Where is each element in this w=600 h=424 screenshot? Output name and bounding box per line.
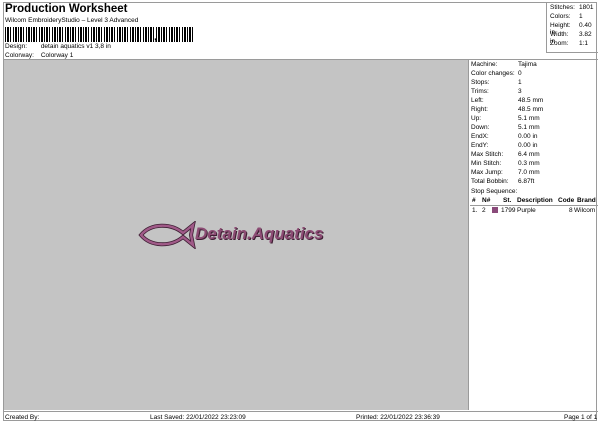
stat-label: Zoom:: [550, 40, 569, 47]
info-row: Trims: 3: [471, 88, 597, 95]
page-number: Page 1 of 1: [564, 414, 598, 421]
stat-label: Height:: [550, 22, 571, 29]
info-row: Max Jump: 7.0 mm: [471, 169, 597, 176]
info-value: 0.00 in: [518, 142, 538, 149]
design-label: Design:: [5, 43, 28, 50]
colorway-row: Colorway: Colorway 1: [5, 52, 73, 59]
worksheet-header: Production Worksheet Wilcom EmbroiderySt…: [4, 3, 546, 61]
info-value: 0.3 mm: [518, 160, 540, 167]
last-saved: Last Saved: 22/01/2022 23:23:09: [150, 414, 246, 421]
stat-label: Colors:: [550, 13, 571, 20]
info-row: Min Stitch: 0.3 mm: [471, 160, 597, 167]
info-row: Total Bobbin: 6.87ft: [471, 178, 597, 185]
info-label: EndY:: [471, 142, 489, 149]
created-by: Created By:: [5, 414, 40, 421]
info-value: 48.5 mm: [518, 97, 544, 104]
thread-color-swatch: [492, 207, 498, 213]
colorway-value: Colorway 1: [40, 52, 74, 59]
info-label: Min Stitch:: [471, 160, 502, 167]
row-index: 1.: [472, 207, 478, 214]
info-value: 6.87ft: [518, 178, 535, 185]
info-value: Tajima: [518, 61, 537, 68]
info-value: 5.1 mm: [518, 124, 540, 131]
info-value: 7.0 mm: [518, 169, 540, 176]
info-row: Up: 5.1 mm: [471, 115, 597, 122]
info-label: Right:: [471, 106, 488, 113]
info-label: Max Stitch:: [471, 151, 504, 158]
stat-value: 1: [579, 13, 583, 20]
info-label: Total Bobbin:: [471, 178, 509, 185]
col-stitches: St.: [503, 197, 512, 204]
col-index: #: [472, 197, 476, 204]
row-brand: Wilcom: [574, 207, 596, 214]
info-row: Left: 48.5 mm: [471, 97, 597, 104]
info-value: 5.1 mm: [518, 115, 540, 122]
info-row: Right: 48.5 mm: [471, 106, 597, 113]
barcode-suffix: ,: [154, 31, 158, 43]
page-title: Production Worksheet: [5, 3, 128, 15]
col-brand: Brand: [577, 197, 596, 204]
stop-sequence-title: Stop Sequence:: [471, 188, 518, 195]
design-preview: Detain.Aquatics: [4, 60, 469, 410]
info-value: 1: [518, 79, 522, 86]
info-value: 0: [518, 70, 522, 77]
info-value: 48.5 mm: [518, 106, 544, 113]
machine-info-panel: Machine: Tajima Color changes: 0 Stops: 1 T…: [470, 60, 598, 410]
design-row: Design: detain aquatics v1 3,8 in: [5, 43, 111, 50]
col-description: Description: [517, 197, 553, 204]
printed-date: Printed: 22/01/2022 23:36:39: [356, 414, 440, 421]
row-code: 8: [569, 207, 573, 214]
software-version: Wilcom EmbroideryStudio – Level 3 Advanc…: [5, 17, 139, 24]
row-stitches: 1799: [501, 207, 516, 214]
design-value: detain aquatics v1 3,8 in: [40, 43, 111, 50]
row-needle: 2: [482, 207, 486, 214]
info-row: EndX: 0.00 in: [471, 133, 597, 140]
stat-label: Width:: [550, 31, 569, 38]
info-value: 6.4 mm: [518, 151, 540, 158]
info-label: Color changes:: [471, 70, 515, 77]
logo-text: Detain.Aquatics: [195, 224, 324, 243]
info-label: Trims:: [471, 88, 489, 95]
worksheet-footer: Created By: Last Saved: 22/01/2022 23:23…: [4, 411, 598, 422]
info-row: Machine: Tajima: [471, 61, 597, 68]
info-row: Color changes: 0: [471, 70, 597, 77]
table-row: 1. 2 1799 Purple 8 Wilcom: [470, 207, 598, 216]
info-label: Machine:: [471, 61, 498, 68]
info-row: EndY: 0.00 in: [471, 142, 597, 149]
info-row: Max Stitch: 6.4 mm: [471, 151, 597, 158]
stat-value: 1:1: [579, 40, 589, 47]
info-label: Up:: [471, 115, 482, 122]
info-label: Left:: [471, 97, 484, 104]
embroidery-logo: Detain.Aquatics: [137, 221, 337, 249]
stat-zoom: Zoom: 1:1: [550, 40, 588, 47]
worksheet: Production Worksheet Wilcom EmbroiderySt…: [3, 2, 598, 422]
info-label: EndX:: [471, 133, 489, 140]
stat-stitches: Stitches: 1801: [550, 4, 593, 11]
col-needle: N#: [482, 197, 491, 204]
stat-label: Stitches:: [550, 4, 575, 11]
barcode: [5, 27, 195, 42]
stats-box: Stitches: 1801 Colors: 1 Height: 0.40 in Wi…: [546, 3, 598, 53]
info-label: Down:: [471, 124, 490, 131]
info-value: 3: [518, 88, 522, 95]
stop-sequence-header: # N# St. Description Code Brand: [470, 197, 598, 206]
row-description: Purple: [517, 207, 536, 214]
info-row: Down: 5.1 mm: [471, 124, 597, 131]
info-row: Stops: 1: [471, 79, 597, 86]
col-code: Code: [558, 197, 575, 204]
info-label: Stops:: [471, 79, 490, 86]
info-label: Max Jump:: [471, 169, 503, 176]
stat-colors: Colors: 1: [550, 13, 583, 20]
info-value: 0.00 in: [518, 133, 538, 140]
stat-value: 1801: [579, 4, 594, 11]
fish-icon: [138, 221, 196, 249]
colorway-label: Colorway:: [5, 52, 34, 59]
